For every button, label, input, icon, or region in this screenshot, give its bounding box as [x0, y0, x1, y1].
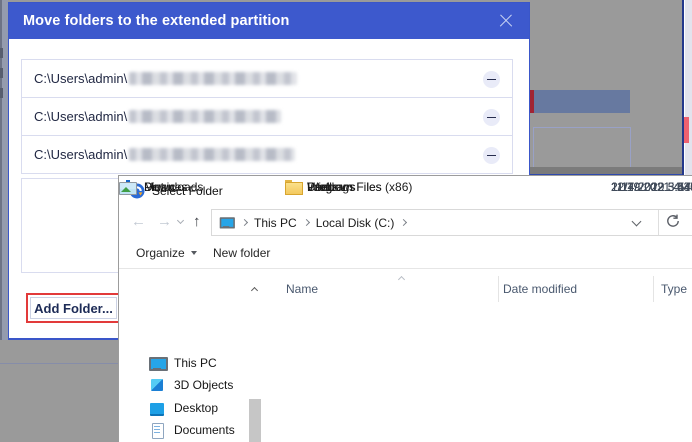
- organize-label: Organize: [136, 246, 185, 260]
- dialog-titlebar: Move folders to the extended partition: [9, 3, 529, 39]
- sort-ascending-icon: [398, 276, 405, 283]
- sidebar-item-label: Documents: [174, 423, 235, 437]
- add-folder-button[interactable]: Add Folder...: [30, 297, 117, 319]
- background-sidebar-mark: [0, 48, 3, 58]
- background-sidebar-mark: [0, 88, 3, 98]
- explorer-toolbar: Organize New folder: [119, 238, 692, 269]
- file-row-windows[interactable]: Windows 2/14/2022 3:47 PM File folder: [269, 176, 692, 198]
- monitor-icon: [149, 356, 166, 371]
- add-folder-highlight-box: Add Folder...: [26, 293, 121, 323]
- breadcrumb-chevron-icon[interactable]: [241, 219, 248, 226]
- address-bar[interactable]: This PC Local Disk (C:): [211, 209, 692, 236]
- file-date: 2/14/2022 3:47 PM: [611, 180, 692, 194]
- background-panel-outline: [533, 127, 631, 171]
- column-header-date-modified[interactable]: Date modified: [503, 282, 577, 296]
- background-right-strip: [685, 0, 692, 176]
- sidebar-item-label: Pictures: [144, 180, 187, 194]
- breadcrumb-segment[interactable]: This PC: [254, 216, 297, 230]
- folder-path-list: C:\Users\admin\ C:\Users\admin\ C:\Users…: [21, 59, 513, 174]
- sidebar-item-3d-objects[interactable]: 3D Objects: [149, 374, 273, 396]
- background-button-bar: [533, 90, 630, 113]
- background-sidebar-mark: [0, 68, 3, 78]
- recent-locations-chevron-icon[interactable]: [177, 217, 184, 224]
- explorer-nav-row: ← → ↑ This PC Local Disk (C:): [119, 206, 692, 238]
- this-pc-icon: [220, 217, 234, 229]
- organize-button[interactable]: Organize: [136, 246, 197, 260]
- folder-path-row: C:\Users\admin\: [21, 59, 513, 98]
- sidebar-item-label: This PC: [174, 356, 217, 370]
- remove-folder-icon[interactable]: [483, 109, 500, 126]
- sidebar-item-pictures[interactable]: Pictures: [119, 176, 243, 198]
- back-arrow-icon[interactable]: ←: [131, 213, 146, 231]
- new-folder-button[interactable]: New folder: [213, 246, 270, 260]
- breadcrumb-chevron-icon[interactable]: [400, 219, 407, 226]
- screen: Move folders to the extended partition C…: [0, 0, 692, 442]
- background-window-right-border: [682, 0, 684, 176]
- address-separator: [658, 210, 659, 235]
- folder-path-row: C:\Users\admin\: [21, 97, 513, 136]
- remove-folder-icon[interactable]: [483, 71, 500, 88]
- dialog-title: Move folders to the extended partition: [23, 13, 289, 29]
- sidebar-scroll-up-icon[interactable]: [251, 287, 258, 294]
- file-name: Windows: [307, 180, 356, 194]
- sidebar-scrollbar-thumb[interactable]: [249, 399, 261, 442]
- background-red-highlight-right: [684, 117, 689, 143]
- background-divider-line: [0, 363, 118, 364]
- column-separator[interactable]: [653, 276, 654, 302]
- folder-path-text: C:\Users\admin\: [34, 109, 127, 124]
- organize-dropdown-icon: [191, 251, 197, 255]
- column-separator[interactable]: [498, 276, 499, 302]
- folder-path-text: C:\Users\admin\: [34, 71, 127, 86]
- column-header-name[interactable]: Name: [286, 282, 318, 296]
- forward-arrow-icon[interactable]: →: [157, 213, 172, 231]
- remove-folder-icon[interactable]: [483, 147, 500, 164]
- up-arrow-icon[interactable]: ↑: [193, 213, 201, 231]
- desktop-icon: [149, 401, 166, 416]
- breadcrumb-segment[interactable]: Local Disk (C:): [316, 216, 395, 230]
- document-icon: [149, 423, 166, 438]
- background-red-highlight: [530, 90, 534, 113]
- folder-icon: [285, 180, 301, 194]
- refresh-icon[interactable]: [665, 213, 683, 231]
- folder-path-row: C:\Users\admin\: [21, 135, 513, 174]
- column-header-type[interactable]: Type: [661, 282, 687, 296]
- picture-icon: [119, 180, 136, 195]
- cube-icon: [149, 378, 166, 393]
- redacted-path-segment: [129, 72, 297, 85]
- close-icon[interactable]: [499, 14, 513, 28]
- redacted-path-segment: [129, 148, 295, 161]
- breadcrumb-chevron-icon[interactable]: [303, 219, 310, 226]
- select-folder-dialog: Select Folder ← → ↑ This PC Local Disk (…: [118, 175, 692, 442]
- redacted-path-segment: [129, 110, 281, 123]
- sidebar-item-label: 3D Objects: [174, 378, 233, 392]
- sidebar-item-this-pc[interactable]: This PC: [149, 352, 273, 374]
- sidebar-item-label: Desktop: [174, 401, 218, 415]
- folder-path-text: C:\Users\admin\: [34, 147, 127, 162]
- background-window-bottom-edge: [525, 167, 684, 174]
